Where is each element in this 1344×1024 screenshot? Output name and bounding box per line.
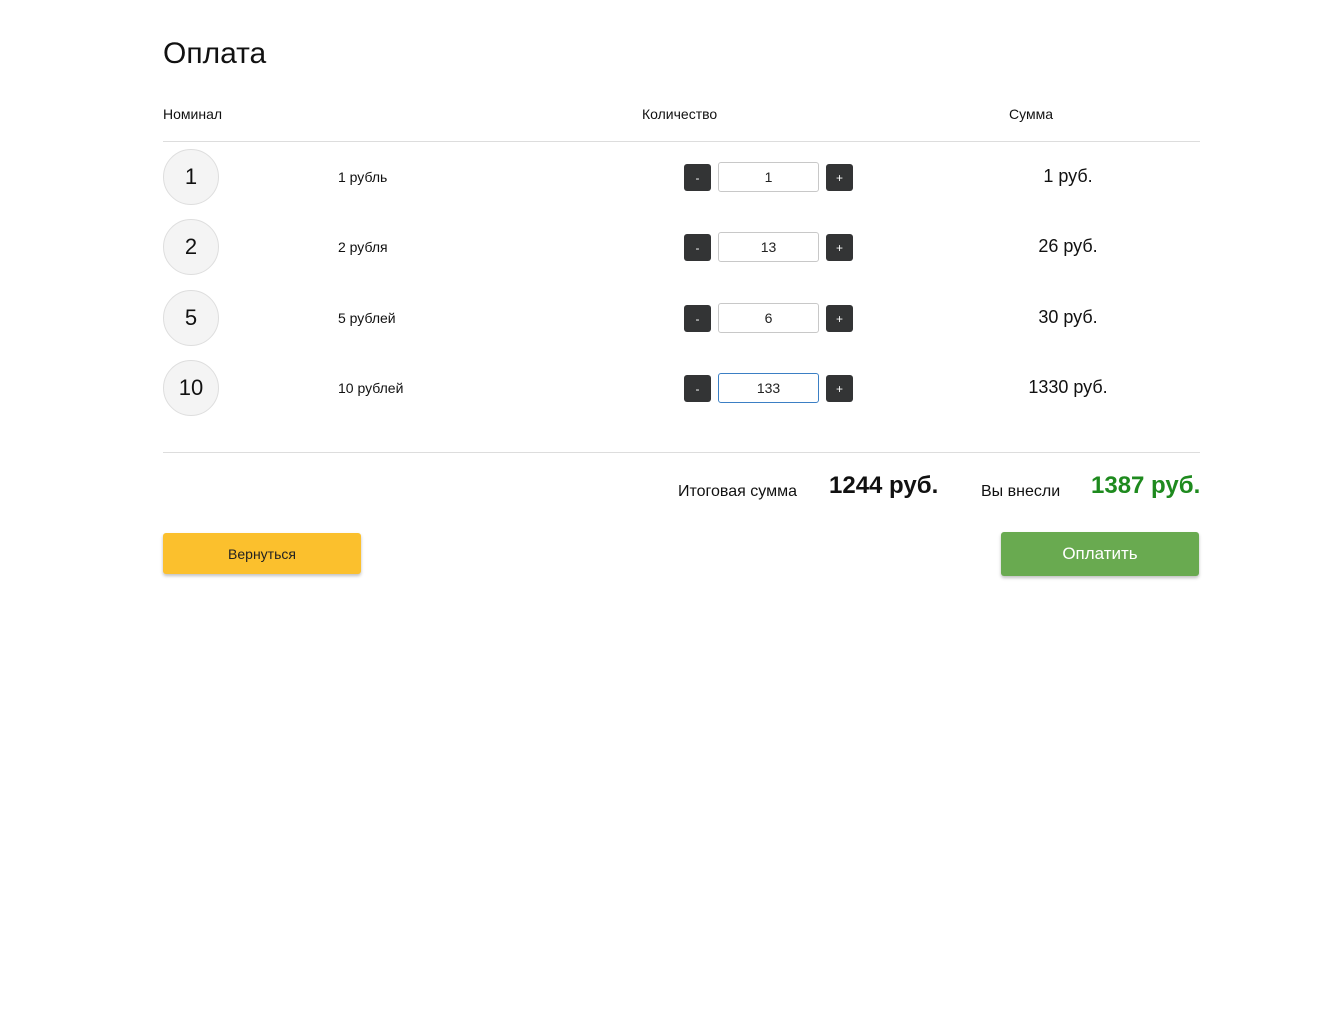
coin-row-2: 2 2 рубля - + 26 руб.	[163, 219, 1200, 275]
quantity-input[interactable]	[718, 373, 819, 403]
coin-icon: 10	[163, 360, 219, 416]
coin-icon: 5	[163, 290, 219, 346]
total-label: Итоговая сумма	[678, 483, 797, 500]
decrement-button[interactable]: -	[684, 234, 711, 261]
page-title: Оплата	[163, 37, 267, 70]
coin-row-1: 1 1 рубль - + 1 руб.	[163, 149, 1200, 205]
quantity-input[interactable]	[718, 303, 819, 333]
summary-divider	[163, 452, 1200, 453]
increment-button[interactable]: +	[826, 375, 853, 402]
coin-icon: 2	[163, 219, 219, 275]
paid-value: 1387 руб.	[1091, 472, 1201, 499]
total-value: 1244 руб.	[829, 472, 939, 499]
column-header-sum: Сумма	[1009, 106, 1053, 122]
coin-label: 2 рубля	[338, 239, 388, 255]
increment-button[interactable]: +	[826, 164, 853, 191]
coin-row-5: 5 5 рублей - + 30 руб.	[163, 290, 1200, 346]
quantity-input[interactable]	[718, 162, 819, 192]
row-sum: 26 руб.	[1038, 236, 1098, 256]
column-header-quantity: Количество	[642, 106, 718, 122]
row-sum: 1330 руб.	[1028, 377, 1108, 397]
row-sum: 1 руб.	[1043, 166, 1093, 186]
coin-icon: 1	[163, 149, 219, 205]
payment-page: Оплата Номинал Количество Сумма 1 1 рубл…	[0, 0, 1344, 1024]
coin-row-10: 10 10 рублей - + 1330 руб.	[163, 360, 1200, 416]
coin-label: 1 рубль	[338, 169, 388, 185]
paid-label: Вы внесли	[981, 483, 1061, 500]
pay-button[interactable]: Оплатить	[1001, 532, 1199, 576]
decrement-button[interactable]: -	[684, 164, 711, 191]
column-header-nominal: Номинал	[163, 106, 223, 122]
decrement-button[interactable]: -	[684, 375, 711, 402]
header-divider	[163, 141, 1200, 142]
row-sum: 30 руб.	[1038, 307, 1098, 327]
quantity-input[interactable]	[718, 232, 819, 262]
coin-label: 10 рублей	[338, 380, 404, 396]
increment-button[interactable]: +	[826, 305, 853, 332]
back-button[interactable]: Вернуться	[163, 533, 361, 574]
increment-button[interactable]: +	[826, 234, 853, 261]
decrement-button[interactable]: -	[684, 305, 711, 332]
coin-label: 5 рублей	[338, 310, 396, 326]
